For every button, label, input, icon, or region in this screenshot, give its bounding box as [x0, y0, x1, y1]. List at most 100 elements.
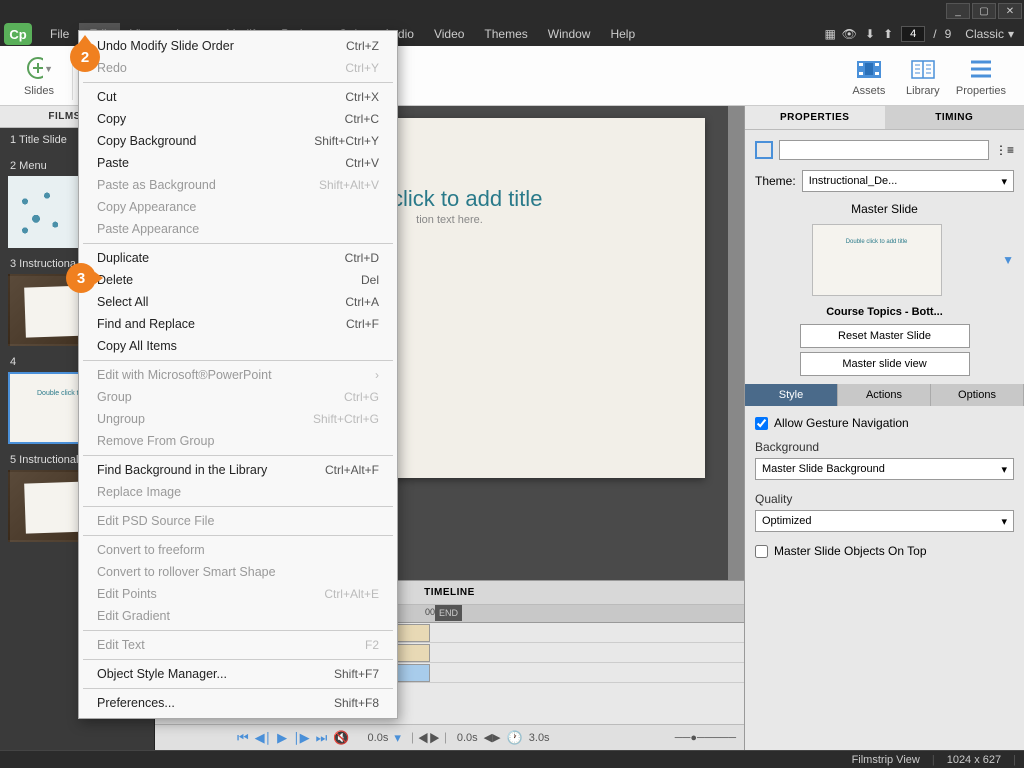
step-fwd-icon[interactable]: ∣▶ [293, 730, 310, 746]
menu-item-find-and-replace[interactable]: Find and ReplaceCtrl+F [79, 313, 397, 335]
background-label: Background [755, 440, 1014, 454]
menu-file[interactable]: File [40, 23, 79, 45]
gesture-nav-checkbox[interactable] [755, 417, 768, 430]
gesture-nav-label: Allow Gesture Navigation [774, 416, 909, 430]
preview-eye-icon[interactable]: 👁 [842, 27, 857, 41]
chevron-down-icon: ▾ [1001, 463, 1007, 476]
workspace-selector[interactable]: Classic ▾ [959, 25, 1020, 43]
page-sep: / [933, 27, 936, 41]
maximize-button[interactable]: ▢ [972, 3, 996, 19]
timeline-pos: 0.0s [368, 732, 389, 744]
window-titlebar: _ ▢ ✕ [0, 0, 1024, 22]
menu-item-edit-psd-source-file: Edit PSD Source File [79, 510, 397, 532]
menu-item-edit-points: Edit PointsCtrl+Alt+E [79, 583, 397, 605]
callout-step-3: 3 [66, 263, 96, 293]
menu-separator [83, 243, 393, 244]
chevron-down-icon: ▾ [1001, 515, 1007, 528]
master-slide-label: Master Slide [755, 202, 1014, 216]
menu-item-select-all[interactable]: Select AllCtrl+A [79, 291, 397, 313]
menu-separator [83, 360, 393, 361]
view-mode: Filmstrip View [852, 754, 920, 766]
menu-item-copy[interactable]: CopyCtrl+C [79, 108, 397, 130]
menu-video[interactable]: Video [424, 23, 474, 45]
edit-menu-dropdown[interactable]: Undo Modify Slide OrderCtrl+ZRedoCtrl+YC… [78, 30, 398, 719]
minimize-button[interactable]: _ [946, 3, 970, 19]
skip-end-icon[interactable]: ⏭ [316, 730, 328, 746]
menu-item-paste[interactable]: PasteCtrl+V [79, 152, 397, 174]
menu-separator [83, 535, 393, 536]
menu-separator [83, 630, 393, 631]
objects-on-top-label: Master Slide Objects On Top [774, 544, 927, 558]
master-view-button[interactable]: Master slide view [800, 352, 970, 376]
theme-label: Theme: [755, 174, 796, 188]
menu-item-ungroup: UngroupShift+Ctrl+G [79, 408, 397, 430]
reset-master-button[interactable]: Reset Master Slide [800, 324, 970, 348]
assets-label: Assets [852, 85, 885, 97]
upload-icon[interactable]: ⬆ [883, 27, 893, 41]
quality-label: Quality [755, 492, 1014, 506]
layout-grid-icon[interactable]: ▦ [824, 27, 833, 41]
app-logo: Cp [4, 23, 32, 45]
current-page-input[interactable]: 4 [901, 26, 925, 42]
menu-item-edit-gradient: Edit Gradient [79, 605, 397, 627]
library-button[interactable]: Library [896, 48, 950, 104]
properties-button[interactable]: Properties [950, 48, 1012, 104]
menu-item-find-background-in-the-library[interactable]: Find Background in the LibraryCtrl+Alt+F [79, 459, 397, 481]
menu-item-undo-modify-slide-order[interactable]: Undo Modify Slide OrderCtrl+Z [79, 35, 397, 57]
properties-panel: PROPERTIES TIMING ⋮≡ Theme: Instructiona… [744, 106, 1024, 750]
callout-step-2: 2 [70, 42, 100, 72]
menu-item-cut[interactable]: CutCtrl+X [79, 86, 397, 108]
menu-item-convert-to-freeform: Convert to freeform [79, 539, 397, 561]
menu-item-paste-appearance: Paste Appearance [79, 218, 397, 240]
timeline-end-marker: END [435, 605, 462, 621]
menu-window[interactable]: Window [538, 23, 601, 45]
menu-separator [83, 506, 393, 507]
canvas-dimensions: 1024 x 627 [947, 754, 1001, 766]
menu-item-copy-background[interactable]: Copy BackgroundShift+Ctrl+Y [79, 130, 397, 152]
assets-button[interactable]: Assets [842, 48, 896, 104]
menu-item-group: GroupCtrl+G [79, 386, 397, 408]
menu-item-preferences[interactable]: Preferences...Shift+F8 [79, 692, 397, 714]
subtab-options[interactable]: Options [931, 384, 1024, 406]
options-menu-icon[interactable]: ⋮≡ [995, 143, 1014, 157]
tab-properties[interactable]: PROPERTIES [745, 106, 885, 130]
menu-item-edit-text: Edit TextF2 [79, 634, 397, 656]
menu-help[interactable]: Help [600, 23, 645, 45]
slides-label: Slides [24, 85, 54, 97]
menu-item-remove-from-group: Remove From Group [79, 430, 397, 452]
objects-on-top-checkbox[interactable] [755, 545, 768, 558]
menu-item-object-style-manager[interactable]: Object Style Manager...Shift+F7 [79, 663, 397, 685]
vertical-scrollbar[interactable] [728, 106, 744, 580]
object-type-icon [755, 141, 773, 159]
subtab-style[interactable]: Style [745, 384, 838, 406]
menu-item-delete[interactable]: DeleteDel [79, 269, 397, 291]
object-name-input[interactable] [779, 140, 989, 160]
quality-select[interactable]: Optimized▾ [755, 510, 1014, 532]
menu-separator [83, 82, 393, 83]
timeline-controls[interactable]: ⏮ ◀∣ ▶ ∣▶ ⏭ 🔇 0.0s ▾ ｜◀▶｜ 0.0s ◀▶ 🕐 3.0s… [155, 724, 744, 750]
play-icon[interactable]: ▶ [277, 730, 287, 746]
skip-start-icon[interactable]: ⏮ [237, 730, 249, 746]
menu-item-replace-image: Replace Image [79, 481, 397, 503]
slides-button[interactable]: ▼ Slides [12, 48, 66, 104]
background-select[interactable]: Master Slide Background▾ [755, 458, 1014, 480]
menu-item-edit-with-microsoft-powerpoint: Edit with Microsoft®PowerPoint› [79, 364, 397, 386]
menu-separator [83, 455, 393, 456]
theme-select[interactable]: Instructional_De...▾ [802, 170, 1014, 192]
master-slide-preview[interactable]: Double click to add title [812, 224, 942, 296]
menu-item-paste-as-background: Paste as BackgroundShift+Alt+V [79, 174, 397, 196]
menu-item-duplicate[interactable]: DuplicateCtrl+D [79, 247, 397, 269]
close-button[interactable]: ✕ [998, 3, 1022, 19]
chevron-down-icon[interactable]: ▼ [1002, 253, 1014, 267]
subtab-actions[interactable]: Actions [838, 384, 931, 406]
total-pages: 9 [945, 27, 952, 41]
master-slide-name: Course Topics - Bott... [755, 306, 1014, 318]
tab-timing[interactable]: TIMING [885, 106, 1024, 130]
menu-item-copy-all-items[interactable]: Copy All Items [79, 335, 397, 357]
chevron-down-icon: ▾ [1008, 27, 1014, 41]
download-icon[interactable]: ⬇ [865, 27, 875, 41]
menu-themes[interactable]: Themes [474, 23, 537, 45]
properties-label: Properties [956, 85, 1006, 97]
mute-icon[interactable]: 🔇 [333, 730, 349, 746]
step-back-icon[interactable]: ◀∣ [255, 730, 272, 746]
